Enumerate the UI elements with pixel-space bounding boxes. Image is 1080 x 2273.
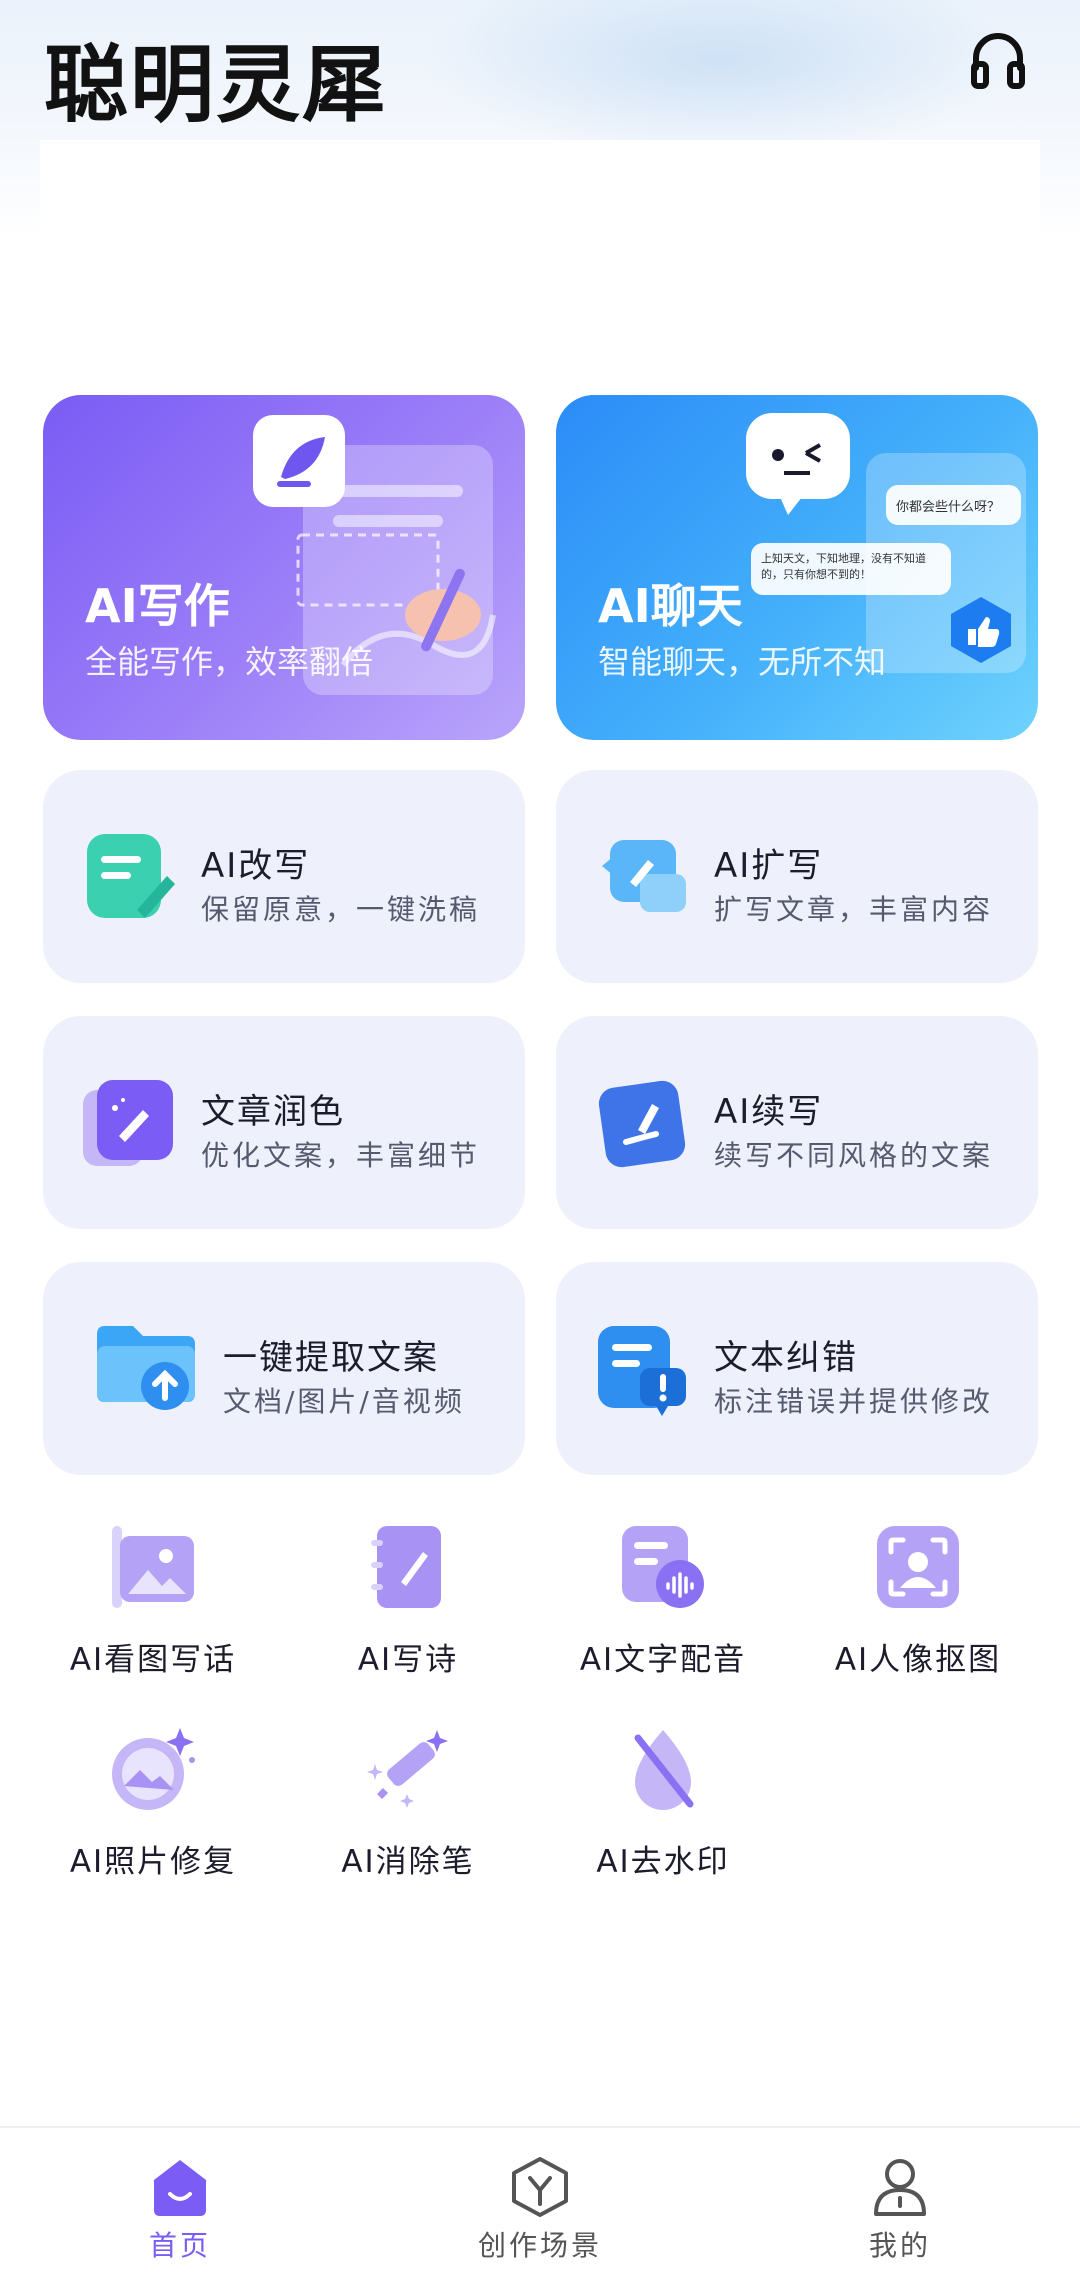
feature-subtitle: 优化文案，丰富细节 [201, 1139, 481, 1172]
tool-label: AI看图写话 [69, 1642, 237, 1678]
magic-wand-icon [367, 1730, 448, 1808]
tool-poem[interactable]: AI写诗 [283, 1522, 533, 1702]
ai-chat-subtitle: 智能聊天，无所不知 [598, 643, 887, 681]
no-drop-icon [634, 1730, 694, 1810]
feature-extract[interactable]: 一键提取文案 文档/图片/音视频 [43, 1262, 525, 1475]
folder-upload-icon [97, 1326, 195, 1410]
ai-writing-card[interactable]: AI写作 全能写作，效率翻倍 [43, 395, 525, 740]
feature-polish[interactable]: 文章润色 优化文案，丰富细节 [43, 1016, 525, 1229]
ai-chat-card[interactable]: 你都会些什么呀？ 上知天文，下知地理，没有不知道的，只有你想不到的！ AI聊天 … [556, 395, 1038, 740]
proofread-icon [598, 1326, 686, 1416]
tab-label: 我的 [868, 2229, 931, 2262]
continue-writing-icon [598, 1080, 686, 1168]
thumbs-up-icon [951, 597, 1011, 663]
banner-area [40, 140, 1040, 370]
notebook-brush-icon [371, 1526, 441, 1608]
ai-writing-title: AI写作 [85, 579, 230, 633]
feature-title: AI扩写 [714, 846, 824, 886]
tool-label: AI文字配音 [579, 1642, 747, 1678]
feature-ai-rewrite[interactable]: AI改写 保留原意，一键洗稿 [43, 770, 525, 983]
tool-label: AI照片修复 [69, 1844, 237, 1880]
ai-chat-title: AI聊天 [598, 579, 743, 633]
expand-icon [602, 840, 686, 912]
feature-title: AI续写 [714, 1092, 824, 1132]
tool-label: AI人像抠图 [834, 1642, 1002, 1678]
user-icon [874, 2159, 926, 2216]
tool-picture-writing[interactable]: AI看图写话 [28, 1522, 278, 1702]
tool-voiceover[interactable]: AI文字配音 [538, 1522, 788, 1702]
tool-label: AI写诗 [357, 1642, 459, 1678]
tab-profile[interactable]: 我的 [800, 2156, 1000, 2266]
bottom-navigation: 首页 创作场景 我的 [0, 2126, 1080, 2273]
feature-continue[interactable]: AI续写 续写不同风格的文案 [556, 1016, 1038, 1229]
tool-portrait-cutout[interactable]: AI人像抠图 [793, 1522, 1043, 1702]
app-title: 聪明灵犀 [44, 36, 389, 134]
tab-label: 创作场景 [477, 2229, 602, 2262]
tool-photo-restore[interactable]: AI照片修复 [28, 1724, 278, 1904]
tool-label: AI去水印 [596, 1844, 730, 1880]
polish-icon [83, 1080, 173, 1166]
tool-eraser[interactable]: AI消除笔 [283, 1724, 533, 1904]
tool-label: AI消除笔 [341, 1844, 475, 1880]
feature-subtitle: 续写不同风格的文案 [714, 1139, 994, 1172]
tab-scenes[interactable]: 创作场景 [440, 2156, 640, 2266]
writing-illustration [253, 415, 496, 695]
chat-question-bubble: 你都会些什么呀？ [886, 485, 1021, 525]
feature-title: AI改写 [201, 846, 311, 886]
voice-doc-icon [622, 1526, 704, 1608]
headset-icon[interactable] [966, 28, 1030, 92]
tool-watermark-remove[interactable]: AI去水印 [538, 1724, 788, 1904]
feature-subtitle: 保留原意，一键洗稿 [201, 893, 481, 926]
feature-proofread[interactable]: 文本纠错 标注错误并提供修改 [556, 1262, 1038, 1475]
chat-answer-bubble: 上知天文，下知地理，没有不知道的，只有你想不到的！ [751, 543, 951, 595]
feature-title: 一键提取文案 [223, 1338, 439, 1378]
feature-ai-expand[interactable]: AI扩写 扩写文章，丰富内容 [556, 770, 1038, 983]
feature-subtitle: 扩写文章，丰富内容 [714, 893, 994, 926]
face-scan-icon [877, 1526, 959, 1608]
feature-title: 文本纠错 [714, 1338, 858, 1378]
rewrite-icon [87, 834, 175, 918]
feature-subtitle: 标注错误并提供修改 [714, 1385, 994, 1418]
ai-writing-subtitle: 全能写作，效率翻倍 [85, 643, 374, 681]
image-icon [112, 1526, 194, 1608]
feature-title: 文章润色 [201, 1092, 345, 1132]
tab-label: 首页 [148, 2229, 211, 2262]
feature-subtitle: 文档/图片/音视频 [223, 1385, 465, 1418]
photo-sparkle-icon [112, 1728, 195, 1810]
cube-icon [512, 2157, 568, 2217]
tab-home[interactable]: 首页 [80, 2156, 280, 2266]
home-icon [154, 2160, 206, 2216]
